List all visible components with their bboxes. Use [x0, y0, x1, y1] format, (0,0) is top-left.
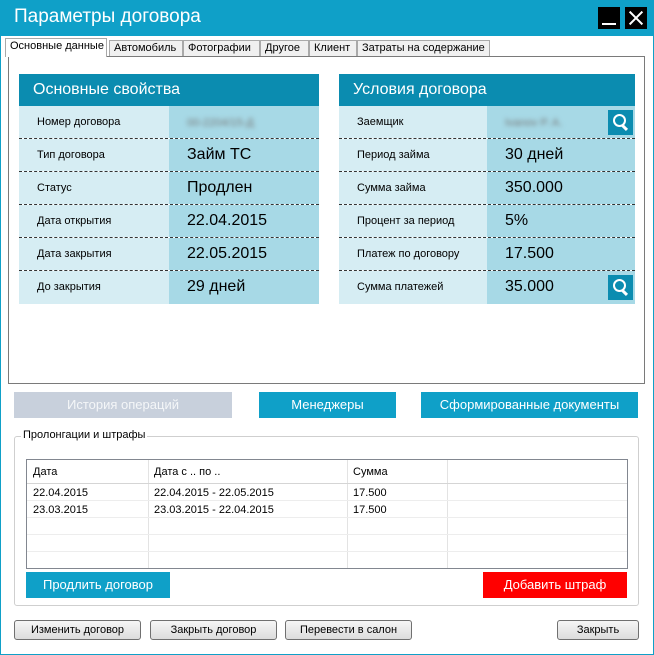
close-window-button[interactable]: [625, 7, 647, 29]
column-header[interactable]: Сумма: [347, 464, 388, 480]
interest-value: 5%: [487, 205, 635, 237]
managers-button[interactable]: Менеджеры: [259, 392, 396, 418]
table-cell: 23.03.2015: [33, 504, 89, 516]
prop-label: До закрытия: [19, 271, 169, 304]
table-row-empty: [27, 553, 627, 569]
tab-client[interactable]: Клиент: [309, 40, 357, 57]
prop-label: Номер договора: [19, 106, 169, 138]
group-title: Пролонгации и штрафы: [21, 429, 148, 441]
prop-row: Платеж по договору 17.500: [339, 238, 635, 271]
table-header: Дата Дата с .. по .. Сумма: [27, 460, 627, 484]
search-icon[interactable]: [608, 110, 633, 135]
loan-amount-value: 350.000: [487, 172, 635, 204]
documents-button[interactable]: Сформированные документы: [421, 392, 638, 418]
tab-photos[interactable]: Фотографии: [183, 40, 260, 57]
table-cell: 23.03.2015 - 22.04.2015: [154, 504, 274, 516]
tab-maintenance-costs[interactable]: Затраты на содержание: [357, 40, 490, 57]
prop-row: Дата открытия 22.04.2015: [19, 205, 319, 238]
prop-row: Номер договора 00-2204/15-Д: [19, 106, 319, 139]
close-contract-button[interactable]: Закрыть договор: [150, 620, 277, 640]
table-row-empty: [27, 519, 627, 535]
prop-value: 00-2204/15-Д: [169, 106, 319, 138]
prop-label: Дата закрытия: [19, 238, 169, 270]
column-header[interactable]: Дата: [27, 464, 57, 480]
title-bar[interactable]: Параметры договора: [0, 0, 654, 36]
add-penalty-button[interactable]: Добавить штраф: [483, 572, 627, 598]
prop-row: Период займа 30 дней: [339, 139, 635, 172]
window-title: Параметры договора: [14, 6, 201, 27]
prop-label: Платеж по договору: [339, 238, 487, 270]
table-row[interactable]: 22.04.2015 22.04.2015 - 22.05.2015 17.50…: [27, 485, 627, 501]
tab-other[interactable]: Другое: [260, 40, 309, 57]
close-button[interactable]: Закрыть: [557, 620, 639, 640]
prop-row: Сумма платежей 35.000: [339, 271, 635, 304]
contract-terms-header: Условия договора: [339, 74, 635, 106]
days-left-value: 29 дней: [169, 271, 319, 304]
history-button[interactable]: История операций: [14, 392, 232, 418]
prop-label: Дата открытия: [19, 205, 169, 237]
main-properties-header: Основные свойства: [19, 74, 319, 106]
prop-row: Сумма займа 350.000: [339, 172, 635, 205]
prop-row: Статус Продлен: [19, 172, 319, 205]
extend-contract-button[interactable]: Продлить договор: [26, 572, 170, 598]
prop-row: Тип договора Займ ТС: [19, 139, 319, 172]
table-cell: 22.04.2015 - 22.05.2015: [154, 487, 274, 499]
table-cell: 17.500: [353, 487, 387, 499]
table-row-empty: [27, 536, 627, 552]
prop-label: Статус: [19, 172, 169, 204]
prop-label: Период займа: [339, 139, 487, 171]
tab-panel-main: Основные свойства Номер договора 00-2204…: [8, 56, 645, 384]
client-area: Основные данные Автомобиль Фотографии Др…: [1, 36, 653, 654]
status-value: Продлен: [169, 172, 319, 204]
table-cell: 17.500: [353, 504, 387, 516]
prop-row: До закрытия 29 дней: [19, 271, 319, 304]
tab-car[interactable]: Автомобиль: [109, 40, 183, 57]
edit-contract-button[interactable]: Изменить договор: [14, 620, 141, 640]
minimize-button[interactable]: [598, 7, 620, 29]
tab-main-data[interactable]: Основные данные: [5, 38, 107, 57]
prop-label: Тип договора: [19, 139, 169, 171]
prolongations-table[interactable]: Дата Дата с .. по .. Сумма 22.04.2015 22…: [26, 459, 628, 569]
table-row[interactable]: 23.03.2015 23.03.2015 - 22.04.2015 17.50…: [27, 502, 627, 518]
payment-value: 17.500: [487, 238, 635, 270]
prop-label: Сумма платежей: [339, 271, 487, 304]
contract-window: Параметры договора Основные данные Автом…: [0, 0, 654, 655]
loan-period-value: 30 дней: [487, 139, 635, 171]
prop-label: Сумма займа: [339, 172, 487, 204]
column-header[interactable]: Дата с .. по ..: [148, 464, 220, 480]
prop-row: Заемщик Ivanov P. A.: [339, 106, 635, 139]
table-cell: 22.04.2015: [33, 487, 89, 499]
prop-row: Процент за период 5%: [339, 205, 635, 238]
search-icon[interactable]: [608, 275, 633, 300]
prop-row: Дата закрытия 22.05.2015: [19, 238, 319, 271]
contract-type-value: Займ ТС: [169, 139, 319, 171]
contract-number-value: 00-2204/15-Д: [187, 117, 254, 129]
prop-label: Процент за период: [339, 205, 487, 237]
contract-terms-panel: Условия договора Заемщик Ivanov P. A. Пе…: [339, 74, 635, 304]
transfer-button[interactable]: Перевести в салон: [285, 620, 412, 640]
main-properties-panel: Основные свойства Номер договора 00-2204…: [19, 74, 319, 304]
prop-label: Заемщик: [339, 106, 487, 138]
open-date-value: 22.04.2015: [169, 205, 319, 237]
borrower-value: Ivanov P. A.: [505, 117, 563, 129]
close-date-value: 22.05.2015: [169, 238, 319, 270]
